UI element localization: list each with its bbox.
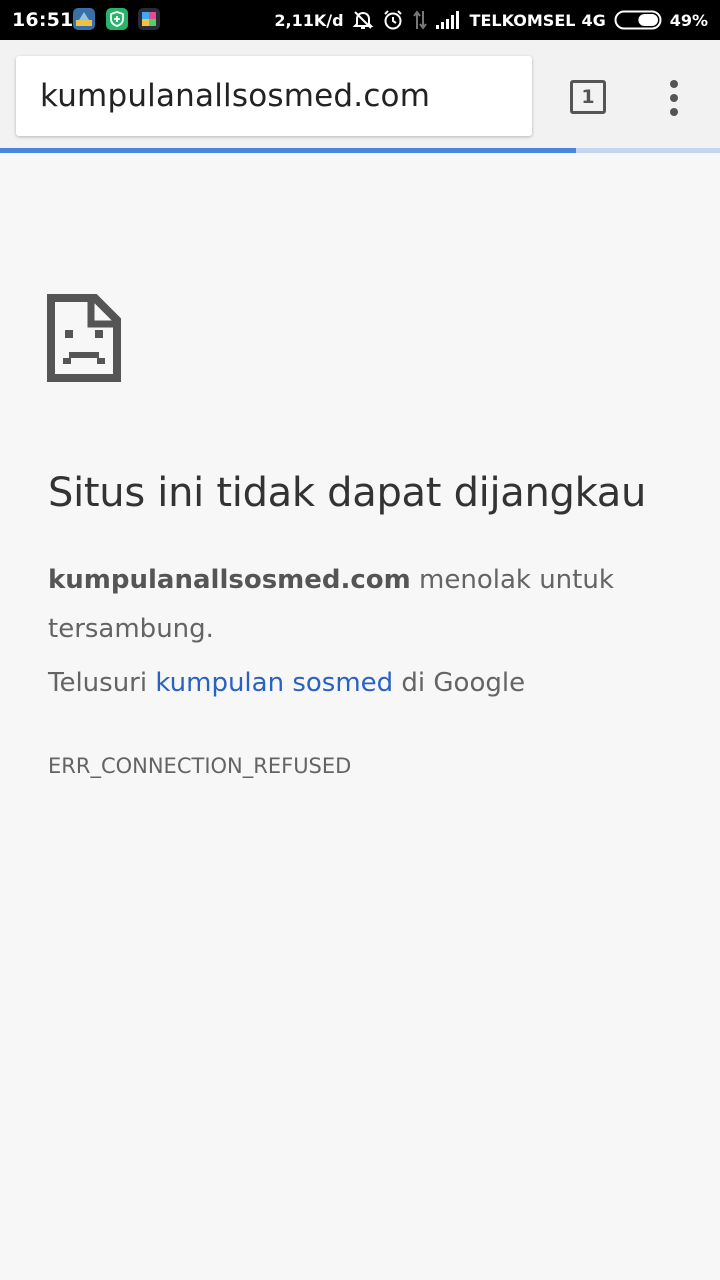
carrier-name: TELKOMSEL — [469, 10, 576, 30]
mute-icon — [352, 9, 374, 31]
sad-document-icon — [47, 294, 121, 387]
puzzle-app-icon — [138, 8, 160, 30]
data-transfer-icon — [412, 9, 428, 31]
menu-dot-icon — [670, 108, 678, 116]
battery-percent: 49% — [669, 10, 708, 30]
url-text[interactable]: kumpulanallsosmed.com — [40, 78, 430, 114]
menu-dot-icon — [670, 94, 678, 102]
error-code: ERR_CONNECTION_REFUSED — [48, 754, 352, 778]
status-time: 16:51 — [12, 9, 74, 31]
page-load-progress-fill — [0, 148, 576, 153]
network-type: 4G — [581, 10, 606, 30]
suggest-prefix: Telusuri — [48, 668, 156, 698]
photo-app-icon — [73, 8, 95, 30]
signal-icon — [435, 11, 462, 29]
tab-switcher-button[interactable]: 1 — [570, 80, 606, 114]
google-search-link[interactable]: kumpulan sosmed — [155, 668, 393, 698]
error-title: Situs ini tidak dapat dijangkau — [48, 470, 647, 516]
page-load-progress — [0, 148, 720, 153]
suggest-suffix: di Google — [393, 668, 526, 698]
status-indicators: 2,11K/d TELKOMSEL 4G 49% — [266, 9, 708, 31]
error-site: kumpulanallsosmed.com — [48, 565, 411, 595]
shield-app-icon — [106, 8, 128, 30]
overflow-menu-button[interactable] — [662, 78, 686, 118]
menu-dot-icon — [670, 80, 678, 88]
browser-toolbar: kumpulanallsosmed.com 1 — [0, 40, 720, 148]
address-bar[interactable]: kumpulanallsosmed.com — [16, 56, 532, 136]
search-suggestion: Telusuri kumpulan sosmed di Google — [48, 668, 525, 698]
error-description: kumpulanallsosmed.com menolak untuk ters… — [48, 556, 648, 654]
battery-icon — [614, 10, 662, 30]
net-speed: 2,11K/d — [274, 10, 344, 30]
alarm-icon — [382, 9, 404, 31]
status-bar: 16:51 2,11K/d TELKOMSEL 4G 49% — [0, 0, 720, 40]
